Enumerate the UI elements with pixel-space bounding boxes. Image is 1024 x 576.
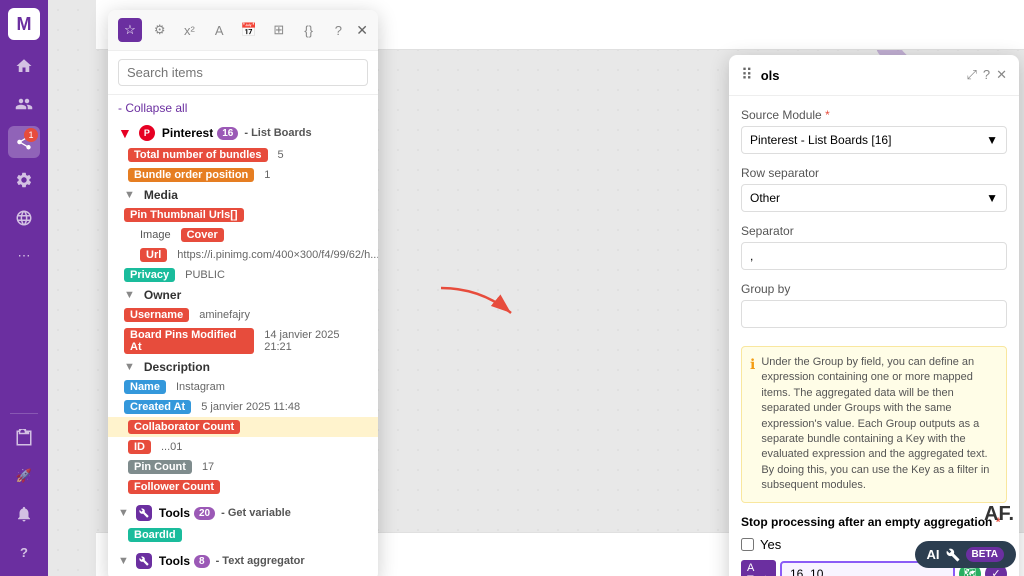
sidebar-item-more[interactable]: ⋯ [8, 240, 40, 272]
picker-search-container [108, 51, 378, 95]
beta-label: BETA [966, 547, 1004, 562]
tree-item-total-bundles[interactable]: Total number of bundles 5 [108, 145, 378, 165]
pinterest-section: ▼ P Pinterest 16 - List Boards Total num… [108, 121, 378, 497]
ai-badge[interactable]: AI BETA [915, 541, 1016, 568]
sidebar-item-share[interactable]: 1 [8, 126, 40, 158]
tools-get-section: ▼ Tools 20 - Get variable BoardId [108, 501, 378, 545]
tools-text-header[interactable]: ▼ Tools 8 - Text aggregator [108, 549, 378, 573]
source-module-label: Source Module * [741, 108, 1007, 122]
settings-expand-icon[interactable]: ⤢ [966, 67, 976, 83]
text-label: A Text [741, 560, 776, 576]
item-picker-panel: ☆ ⚙ x² A 📅 ⊞ {} ? ✕ - Collapse all [108, 10, 378, 576]
tree-item-privacy[interactable]: Privacy PUBLIC [108, 265, 378, 285]
separator-group: Separator [741, 224, 1007, 270]
settings-close-icon[interactable]: ✕ [996, 67, 1007, 83]
sidebar-item-users[interactable] [8, 88, 40, 120]
settings-body: Source Module * Pinterest - List Boards … [729, 96, 1019, 576]
picker-tab-calendar[interactable]: 📅 [237, 18, 261, 42]
tree-item-created-at[interactable]: Created At 5 janvier 2025 11:48 [108, 397, 378, 417]
picker-tree: ▼ P Pinterest 16 - List Boards Total num… [108, 121, 378, 576]
picker-tab-superscript[interactable]: A [207, 18, 231, 42]
settings-drag-icon: ⠿ [741, 65, 753, 85]
picker-header: ☆ ⚙ x² A 📅 ⊞ {} ? ✕ [108, 10, 378, 51]
settings-help-icon[interactable]: ? [983, 67, 990, 83]
group-by-group: Group by [741, 282, 1007, 334]
sidebar-item-book[interactable] [8, 422, 40, 454]
tree-item-image-cover[interactable]: Image Cover [108, 225, 378, 245]
tree-group-owner[interactable]: ▼ Owner [108, 285, 378, 305]
picker-search-input[interactable] [118, 59, 368, 86]
settings-header-icons: ⤢ ? ✕ [966, 67, 1007, 83]
stop-label: Stop processing after an empty aggregati… [741, 515, 1007, 529]
tree-item-bundle-order[interactable]: Bundle order position 1 [108, 165, 378, 185]
picker-tab-star[interactable]: ☆ [118, 18, 142, 42]
tree-item-board-id[interactable]: BoardId [108, 525, 378, 545]
tree-item-name[interactable]: Name Instagram [108, 377, 378, 397]
tree-item-collaborator-count[interactable]: Collaborator Count [108, 417, 378, 437]
tools-get-header[interactable]: ▼ Tools 20 - Get variable [108, 501, 378, 525]
picker-tab-curly[interactable]: {} [297, 18, 321, 42]
sidebar-item-rocket[interactable]: 🚀 [8, 460, 40, 492]
row-separator-group: Row separator Other ▼ [741, 166, 1007, 212]
af-label: AF. [984, 503, 1014, 526]
sidebar-badge: 1 [24, 128, 38, 142]
separator-label: Separator [741, 224, 1007, 238]
canvas-area: Integration Canva P 6 Pinterest List Boa… [48, 0, 1024, 576]
tree-item-follower-count[interactable]: Follower Count [108, 477, 378, 497]
settings-panel: ⠿ ols ⤢ ? ✕ Source Module * Pinterest - … [729, 55, 1019, 576]
source-module-group: Source Module * Pinterest - List Boards … [741, 108, 1007, 154]
settings-panel-title: ols [761, 68, 959, 83]
sidebar: M 1 ⋯ 🚀 ? [0, 0, 48, 576]
info-icon: ℹ [750, 355, 755, 494]
picker-tab-code[interactable]: x² [178, 18, 202, 42]
picker-tab-help[interactable]: ? [326, 18, 350, 42]
sidebar-item-bell[interactable] [8, 498, 40, 530]
tree-item-id[interactable]: ID ...01 [108, 437, 378, 457]
picker-close-button[interactable]: ✕ [356, 22, 368, 39]
source-module-select[interactable]: Pinterest - List Boards [16] ▼ [741, 126, 1007, 154]
sidebar-item-globe[interactable] [8, 202, 40, 234]
sidebar-item-home[interactable] [8, 50, 40, 82]
picker-tab-table[interactable]: ⊞ [267, 18, 291, 42]
group-by-label: Group by [741, 282, 1007, 296]
picker-tab-settings[interactable]: ⚙ [148, 18, 172, 42]
yes-checkbox[interactable] [741, 538, 754, 551]
tree-item-board-pins-modified[interactable]: Board Pins Modified At 14 janvier 2025 2… [108, 325, 378, 357]
collapse-all-button[interactable]: - Collapse all [108, 95, 378, 121]
separator-input[interactable] [741, 242, 1007, 270]
sidebar-item-help[interactable]: ? [8, 536, 40, 568]
tree-item-url[interactable]: Url https://i.pinimg.com/400×300/f4/99/6… [108, 245, 378, 265]
app-logo[interactable]: M [8, 8, 40, 40]
sidebar-item-settings[interactable] [8, 164, 40, 196]
tree-group-media[interactable]: ▼ Media [108, 185, 378, 205]
settings-panel-header: ⠿ ols ⤢ ? ✕ [729, 55, 1019, 96]
row-separator-select[interactable]: Other ▼ [741, 184, 1007, 212]
pinterest-section-header[interactable]: ▼ P Pinterest 16 - List Boards [108, 121, 378, 145]
tree-item-username[interactable]: Username aminefajry [108, 305, 378, 325]
tree-group-description[interactable]: ▼ Description [108, 357, 378, 377]
row-separator-label: Row separator [741, 166, 1007, 180]
tree-item-pin-thumbnail[interactable]: Pin Thumbnail Urls[] [108, 205, 378, 225]
tree-item-pin-count[interactable]: Pin Count 17 [108, 457, 378, 477]
group-by-input[interactable] [741, 300, 1007, 328]
info-box: ℹ Under the Group by field, you can defi… [741, 346, 1007, 503]
tools-text-section: ▼ Tools 8 - Text aggregator text Instagr… [108, 549, 378, 576]
yes-label: Yes [760, 537, 781, 552]
